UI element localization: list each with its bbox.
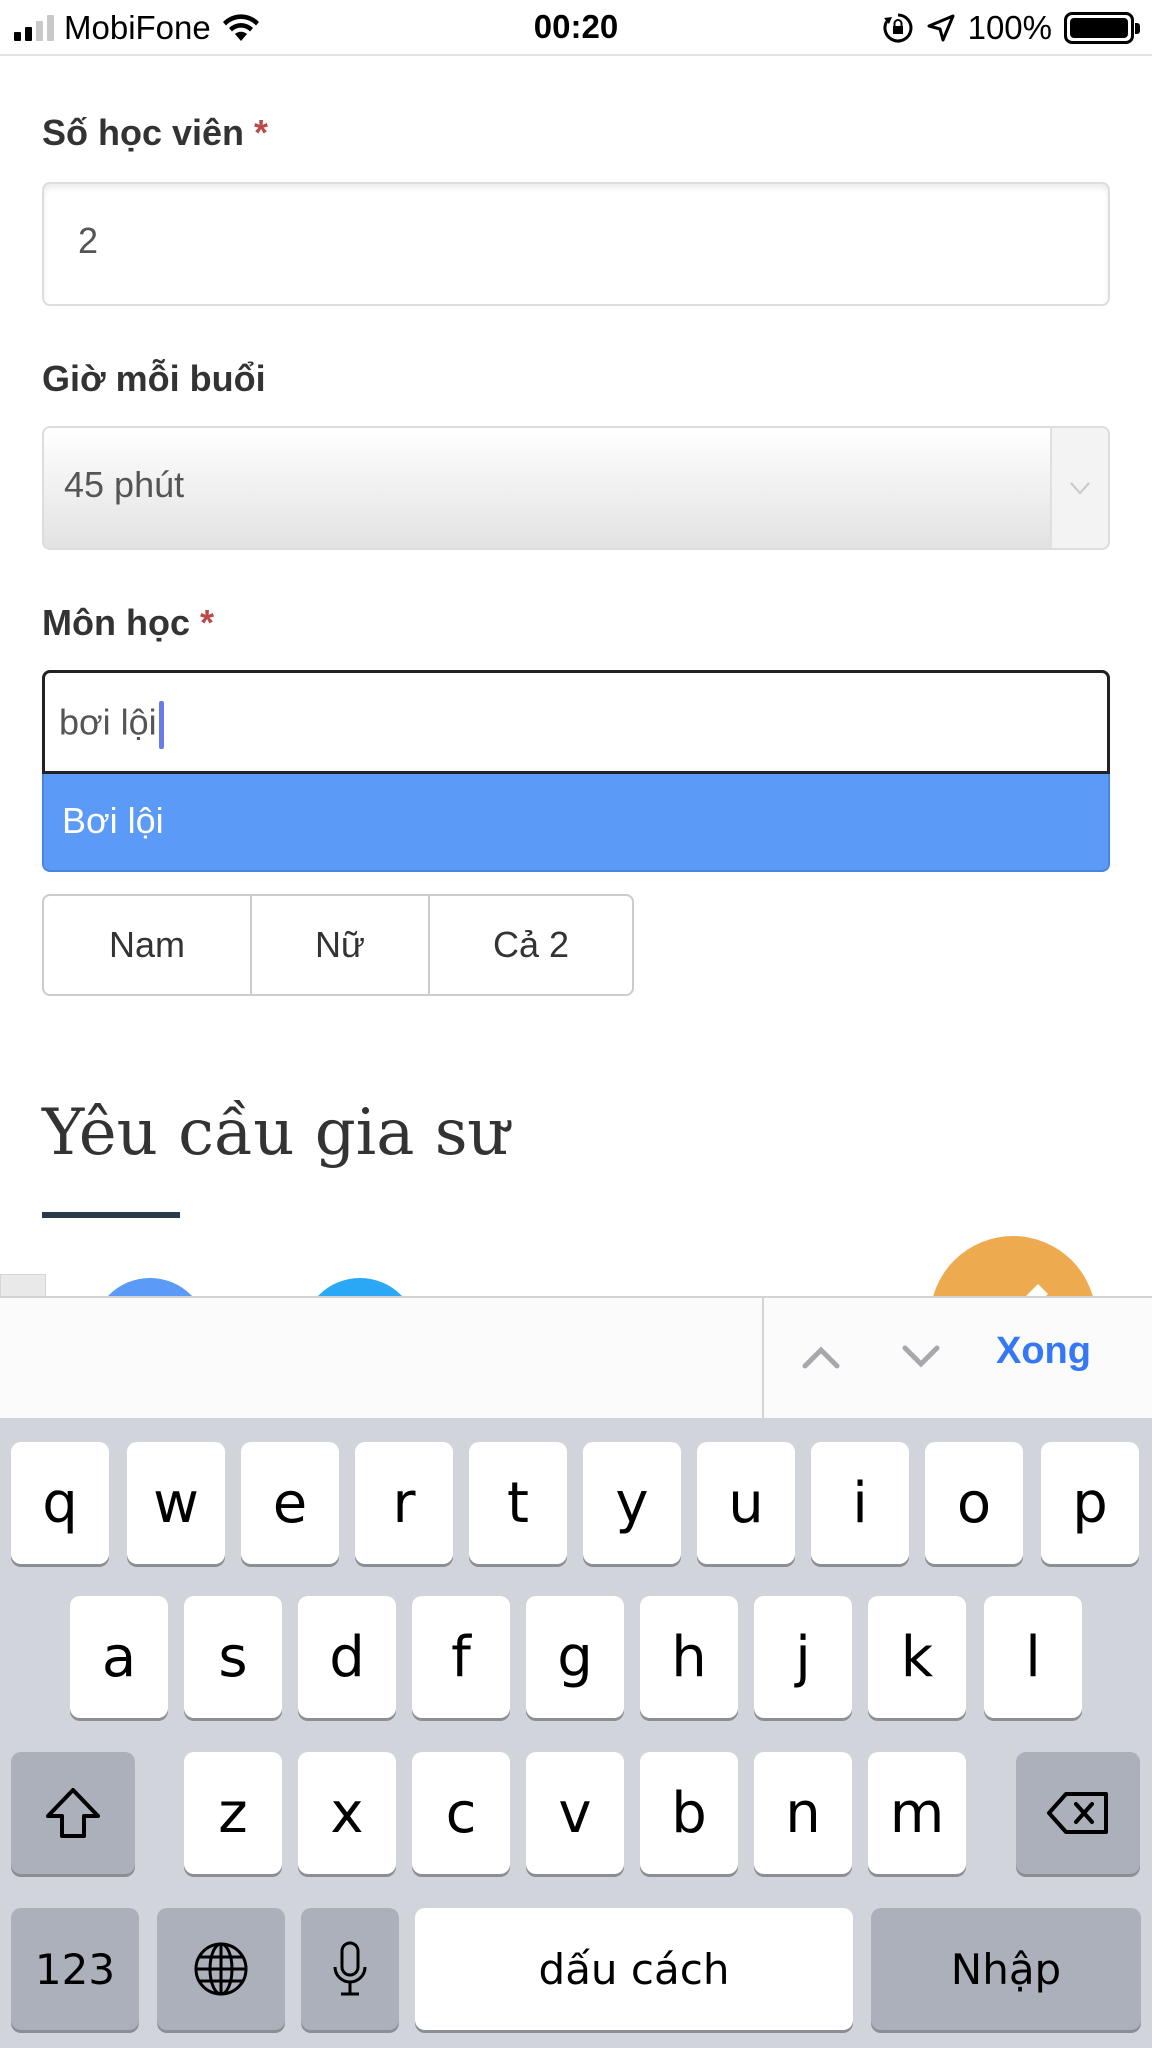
battery-percent: 100% [967, 9, 1052, 46]
subject-input[interactable]: bơi lội [42, 670, 1110, 774]
form-content: Số học viên * 2 Giờ mỗi buổi 45 phút Môn … [0, 56, 1152, 1296]
accessory-divider [762, 1298, 764, 1420]
key-w[interactable]: w [127, 1442, 225, 1564]
chevron-down-icon [1070, 482, 1090, 495]
title-underline [42, 1212, 180, 1218]
section-title: Yêu cầu gia sư [42, 1096, 509, 1170]
key-f[interactable]: f [412, 1596, 510, 1718]
key-t[interactable]: t [469, 1442, 567, 1564]
key-b[interactable]: b [640, 1752, 738, 1874]
done-button[interactable]: Xong [996, 1330, 1091, 1373]
key-q[interactable]: q [11, 1442, 109, 1564]
key-k[interactable]: k [868, 1596, 966, 1718]
wifi-icon [222, 14, 259, 41]
key-g[interactable]: g [526, 1596, 624, 1718]
key-l[interactable]: l [984, 1596, 1082, 1718]
duration-label: Giờ mỗi buổi [42, 358, 266, 399]
gender-option-male[interactable]: Nam [44, 896, 252, 994]
microphone-key[interactable] [301, 1908, 399, 2030]
backspace-icon [1047, 1792, 1108, 1834]
key-p[interactable]: p [1041, 1442, 1139, 1564]
key-y[interactable]: y [583, 1442, 681, 1564]
key-v[interactable]: v [526, 1752, 624, 1874]
gender-segmented-control: Nam Nữ Cả 2 [42, 894, 634, 996]
status-bar: MobiFone 00:20 100% [0, 0, 1152, 56]
globe-icon [194, 1942, 248, 1996]
gender-option-female[interactable]: Nữ [252, 896, 430, 994]
key-e[interactable]: e [241, 1442, 339, 1564]
status-left: MobiFone [14, 9, 261, 46]
key-i[interactable]: i [811, 1442, 909, 1564]
edit-fab[interactable] [930, 1236, 1096, 1296]
required-mark: * [199, 602, 214, 643]
key-j[interactable]: j [754, 1596, 852, 1718]
light-blue-circle-icon[interactable] [302, 1278, 418, 1296]
text-caret [158, 701, 164, 749]
side-tab[interactable] [0, 1274, 46, 1296]
key-o[interactable]: o [925, 1442, 1023, 1564]
chevron-up-icon [802, 1346, 840, 1369]
shift-key[interactable] [11, 1752, 135, 1874]
subject-suggestion[interactable]: Bơi lội [42, 774, 1110, 872]
shift-icon [46, 1788, 100, 1838]
next-field-button[interactable] [890, 1324, 952, 1390]
students-label: Số học viên * [42, 112, 269, 153]
key-h[interactable]: h [640, 1596, 738, 1718]
blue-circle-icon[interactable] [92, 1278, 208, 1296]
duration-select[interactable]: 45 phút [42, 426, 1110, 550]
key-r[interactable]: r [355, 1442, 453, 1564]
battery-icon [1064, 12, 1140, 44]
carrier-name: MobiFone [64, 9, 211, 46]
key-z[interactable]: z [184, 1752, 282, 1874]
key-c[interactable]: c [412, 1752, 510, 1874]
key-m[interactable]: m [868, 1752, 966, 1874]
keyboard: q w e r t y u i o p a s d f g h j k l z … [0, 1418, 1152, 2048]
duration-selected-value: 45 phút [64, 464, 185, 505]
previous-field-button[interactable] [790, 1324, 852, 1390]
backspace-key[interactable] [1016, 1752, 1140, 1874]
key-x[interactable]: x [298, 1752, 396, 1874]
subject-label: Môn học * [42, 602, 214, 643]
select-arrow [1050, 428, 1108, 548]
required-mark: * [254, 112, 269, 153]
orientation-lock-icon [883, 13, 913, 43]
keyboard-accessory-bar: Xong [0, 1296, 1152, 1420]
signal-icon [14, 15, 54, 41]
globe-key[interactable] [157, 1908, 285, 2030]
gender-option-both[interactable]: Cả 2 [430, 896, 632, 994]
key-d[interactable]: d [298, 1596, 396, 1718]
key-u[interactable]: u [697, 1442, 795, 1564]
space-key[interactable]: dấu cách [415, 1908, 853, 2030]
numbers-key[interactable]: 123 [11, 1908, 139, 2030]
pencil-icon [1026, 1284, 1048, 1296]
subject-input-text: bơi lội [59, 701, 157, 743]
location-arrow-icon [927, 14, 955, 42]
key-a[interactable]: a [70, 1596, 168, 1718]
microphone-icon [333, 1941, 367, 1996]
key-s[interactable]: s [184, 1596, 282, 1718]
return-key[interactable]: Nhập [871, 1908, 1141, 2030]
students-input[interactable]: 2 [42, 182, 1110, 306]
status-right: 100% [882, 9, 1140, 46]
key-n[interactable]: n [754, 1752, 852, 1874]
chevron-down-icon [902, 1345, 940, 1368]
